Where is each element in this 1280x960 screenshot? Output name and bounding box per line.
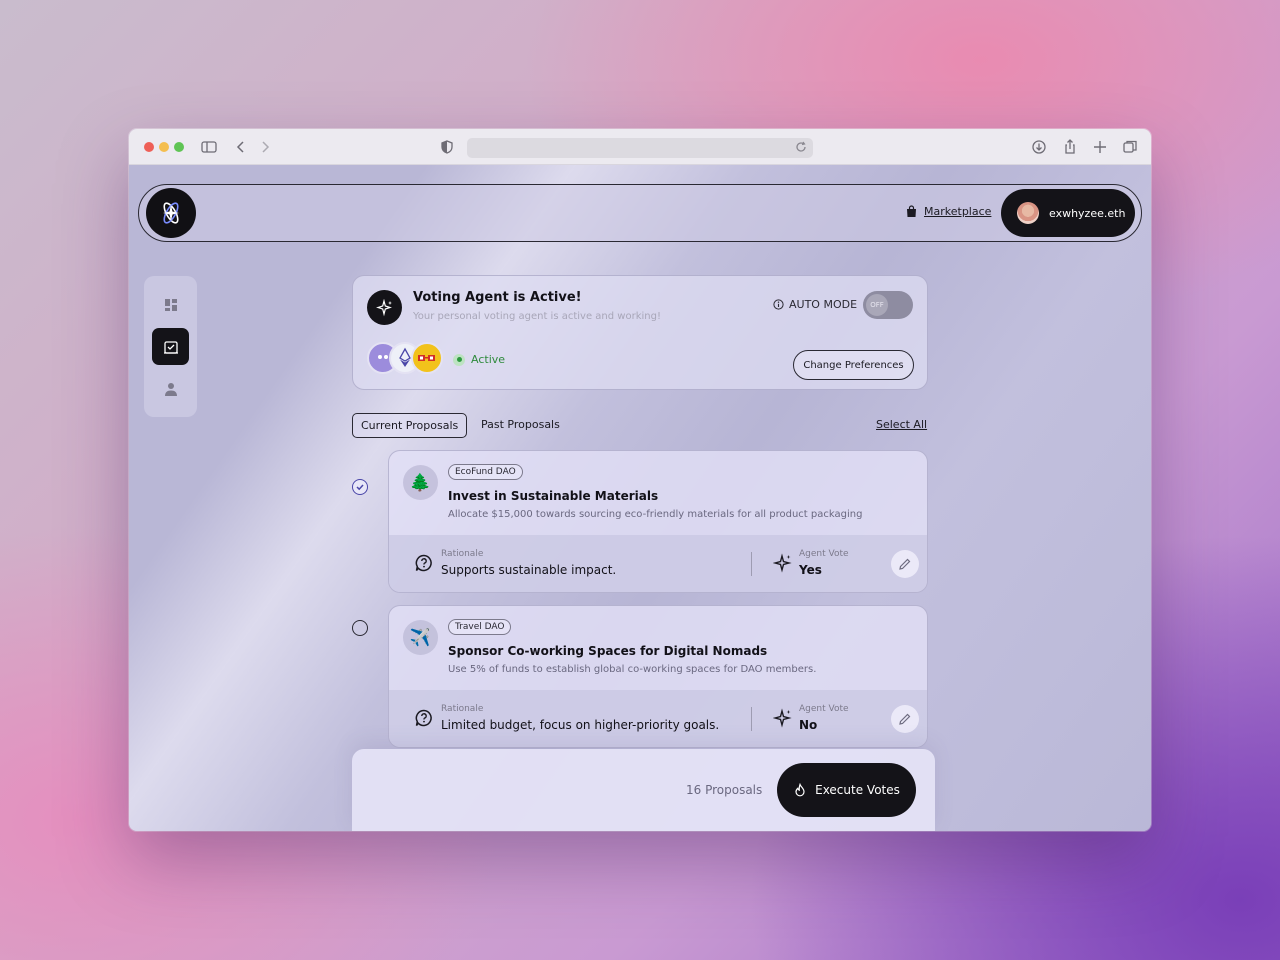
agent-title: Voting Agent is Active! — [413, 290, 582, 305]
sparkle-icon — [772, 553, 793, 577]
select-all-link[interactable]: Select All — [876, 418, 927, 431]
tab-overview-icon[interactable] — [1121, 138, 1139, 156]
dao-badge: EcoFund DAO — [448, 464, 523, 480]
forward-arrow-icon[interactable] — [256, 138, 274, 156]
username: exwhyzee.eth — [1049, 206, 1126, 220]
proposal-footer: Rationale Limited budget, focus on highe… — [389, 690, 927, 747]
proposal-description: Use 5% of funds to establish global co-w… — [448, 664, 817, 675]
rationale-text: Limited budget, focus on higher-priority… — [441, 718, 720, 732]
edit-vote-button[interactable] — [891, 550, 919, 578]
edit-vote-button[interactable] — [891, 705, 919, 733]
agent-vote-value: Yes — [799, 563, 822, 577]
rationale-label: Rationale — [441, 549, 484, 559]
sidebar-toggle-icon[interactable] — [200, 138, 218, 156]
auto-mode-label: AUTO MODE — [773, 298, 857, 311]
maximize-window-button[interactable] — [174, 142, 184, 152]
checkmark-icon — [356, 484, 364, 491]
rationale-text: Supports sustainable impact. — [441, 563, 617, 577]
execute-bar: 16 Proposals Execute Votes — [352, 749, 935, 831]
info-icon[interactable] — [773, 299, 784, 310]
proposal-description: Allocate $15,000 towards sourcing eco-fr… — [448, 509, 863, 520]
app-header: Marketplace exwhyzee.eth — [138, 184, 1142, 242]
agent-vote-value: No — [799, 718, 818, 732]
sparkle-icon — [367, 290, 402, 325]
agent-subtitle: Your personal voting agent is active and… — [413, 311, 661, 322]
download-icon[interactable] — [1030, 138, 1048, 156]
page-content: Marketplace exwhyzee.eth Voting Agent is… — [129, 165, 1151, 831]
pencil-icon — [899, 713, 911, 725]
execute-votes-button[interactable]: Execute Votes — [777, 763, 916, 817]
share-icon[interactable] — [1061, 138, 1079, 156]
minimize-window-button[interactable] — [159, 142, 169, 152]
browser-window: Marketplace exwhyzee.eth Voting Agent is… — [129, 129, 1151, 831]
shopping-bag-icon — [907, 205, 916, 217]
tree-icon: 🌲 — [403, 465, 438, 500]
status-dot-icon — [453, 353, 465, 366]
agent-status-text: Active — [471, 353, 506, 366]
dao-badge: Travel DAO — [448, 619, 512, 635]
airplane-icon: ✈️ — [403, 620, 438, 655]
proposal-title: Sponsor Co-working Spaces for Digital No… — [448, 644, 768, 658]
tab-current-proposals[interactable]: Current Proposals — [352, 413, 468, 438]
agent-status-badge: Active — [453, 353, 505, 366]
reload-icon[interactable] — [793, 139, 809, 159]
sparkle-icon — [772, 708, 793, 732]
dao-logo-stack — [367, 342, 447, 376]
sidebar-item-profile[interactable] — [152, 370, 189, 407]
ballot-box-icon — [163, 340, 178, 354]
flame-icon — [795, 783, 805, 797]
proposal-card[interactable]: ✈️ Travel DAO Sponsor Co-working Spaces … — [388, 605, 928, 748]
voting-agent-card: Voting Agent is Active! Your personal vo… — [352, 275, 928, 390]
change-preferences-button[interactable]: Change Preferences — [793, 350, 914, 380]
avatar — [1017, 202, 1039, 224]
back-arrow-icon[interactable] — [232, 138, 250, 156]
proposal-footer: Rationale Supports sustainable impact. A… — [389, 535, 927, 592]
close-window-button[interactable] — [144, 142, 154, 152]
new-tab-icon[interactable] — [1091, 138, 1109, 156]
marketplace-label: Marketplace — [924, 205, 992, 218]
proposal-card[interactable]: 🌲 EcoFund DAO Invest in Sustainable Mate… — [388, 450, 928, 593]
tab-past-proposals[interactable]: Past Proposals — [473, 413, 568, 436]
proposal-count: 16 Proposals — [686, 783, 763, 797]
agent-vote-label: Agent Vote — [799, 704, 849, 714]
pencil-icon — [899, 558, 911, 570]
dao-logo-nouns-icon — [411, 342, 443, 374]
user-icon — [164, 382, 177, 396]
shield-icon[interactable] — [438, 138, 456, 156]
dashboard-icon — [164, 298, 177, 311]
rationale-label: Rationale — [441, 704, 484, 714]
question-bubble-icon — [414, 553, 434, 577]
sidebar-item-proposals[interactable] — [152, 328, 189, 365]
auto-mode-toggle[interactable]: OFF — [863, 291, 913, 319]
divider — [751, 552, 752, 576]
proposal-checkbox[interactable] — [352, 479, 368, 495]
question-bubble-icon — [414, 708, 434, 732]
marketplace-link[interactable]: Marketplace — [905, 205, 991, 218]
address-bar[interactable] — [467, 138, 813, 158]
atom-logo-icon — [163, 202, 179, 224]
divider — [751, 707, 752, 731]
toggle-knob: OFF — [866, 294, 888, 316]
browser-toolbar — [129, 129, 1151, 165]
proposal-checkbox[interactable] — [352, 620, 368, 636]
agent-vote-label: Agent Vote — [799, 549, 849, 559]
auto-mode-text: AUTO MODE — [789, 298, 858, 311]
sidebar-nav — [144, 276, 197, 417]
execute-votes-label: Execute Votes — [815, 783, 900, 797]
app-logo[interactable] — [146, 188, 196, 238]
sidebar-item-dashboard[interactable] — [152, 286, 189, 323]
user-account-button[interactable]: exwhyzee.eth — [1001, 189, 1135, 237]
proposal-title: Invest in Sustainable Materials — [448, 489, 659, 503]
